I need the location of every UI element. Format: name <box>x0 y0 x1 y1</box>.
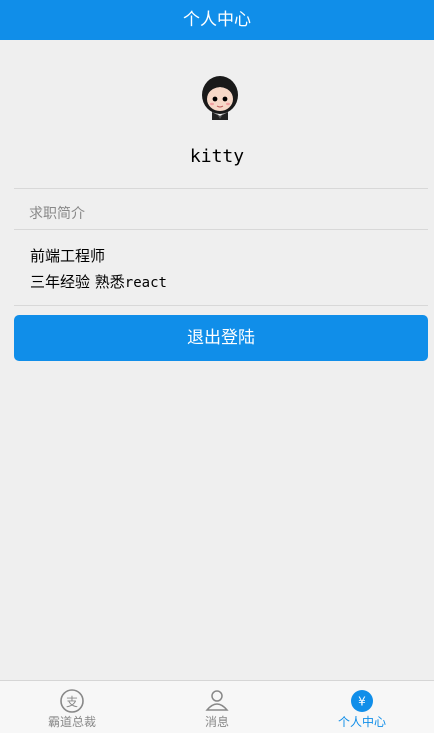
logout-button[interactable]: 退出登陆 <box>14 315 428 361</box>
intro-line-2: 三年经验 熟悉react <box>30 271 167 292</box>
tab-label: 消息 <box>204 715 229 729</box>
users-icon <box>205 690 229 711</box>
yuan-icon: ¥ <box>351 690 373 712</box>
section-title: 求职简介 <box>29 206 85 222</box>
divider <box>14 188 428 189</box>
svg-text:支: 支 <box>66 695 78 709</box>
intro-line-2-text: 三年经验 熟悉 <box>30 273 125 291</box>
tab-personal-center[interactable]: ¥ 个人中心 <box>290 681 434 733</box>
girl-avatar-icon <box>202 76 238 120</box>
tab-label: 个人中心 <box>337 715 386 729</box>
tab-boss[interactable]: 支 霸道总裁 <box>0 681 144 733</box>
page-header: 个人中心 <box>0 0 434 40</box>
username: kitty <box>189 146 245 167</box>
intro-line-1: 前端工程师 <box>30 247 106 265</box>
page-title: 个人中心 <box>183 10 251 30</box>
boss-icon: 支 <box>60 689 84 713</box>
avatar <box>197 70 243 124</box>
svg-text:¥: ¥ <box>358 695 366 709</box>
tab-messages[interactable]: 消息 <box>145 681 289 733</box>
intro-line-2-tech: react <box>124 275 167 291</box>
tab-label: 霸道总裁 <box>47 715 96 729</box>
divider <box>14 229 428 230</box>
tab-bar: 支 霸道总裁 消息 ¥ 个人中心 <box>0 680 434 733</box>
divider <box>14 305 428 306</box>
